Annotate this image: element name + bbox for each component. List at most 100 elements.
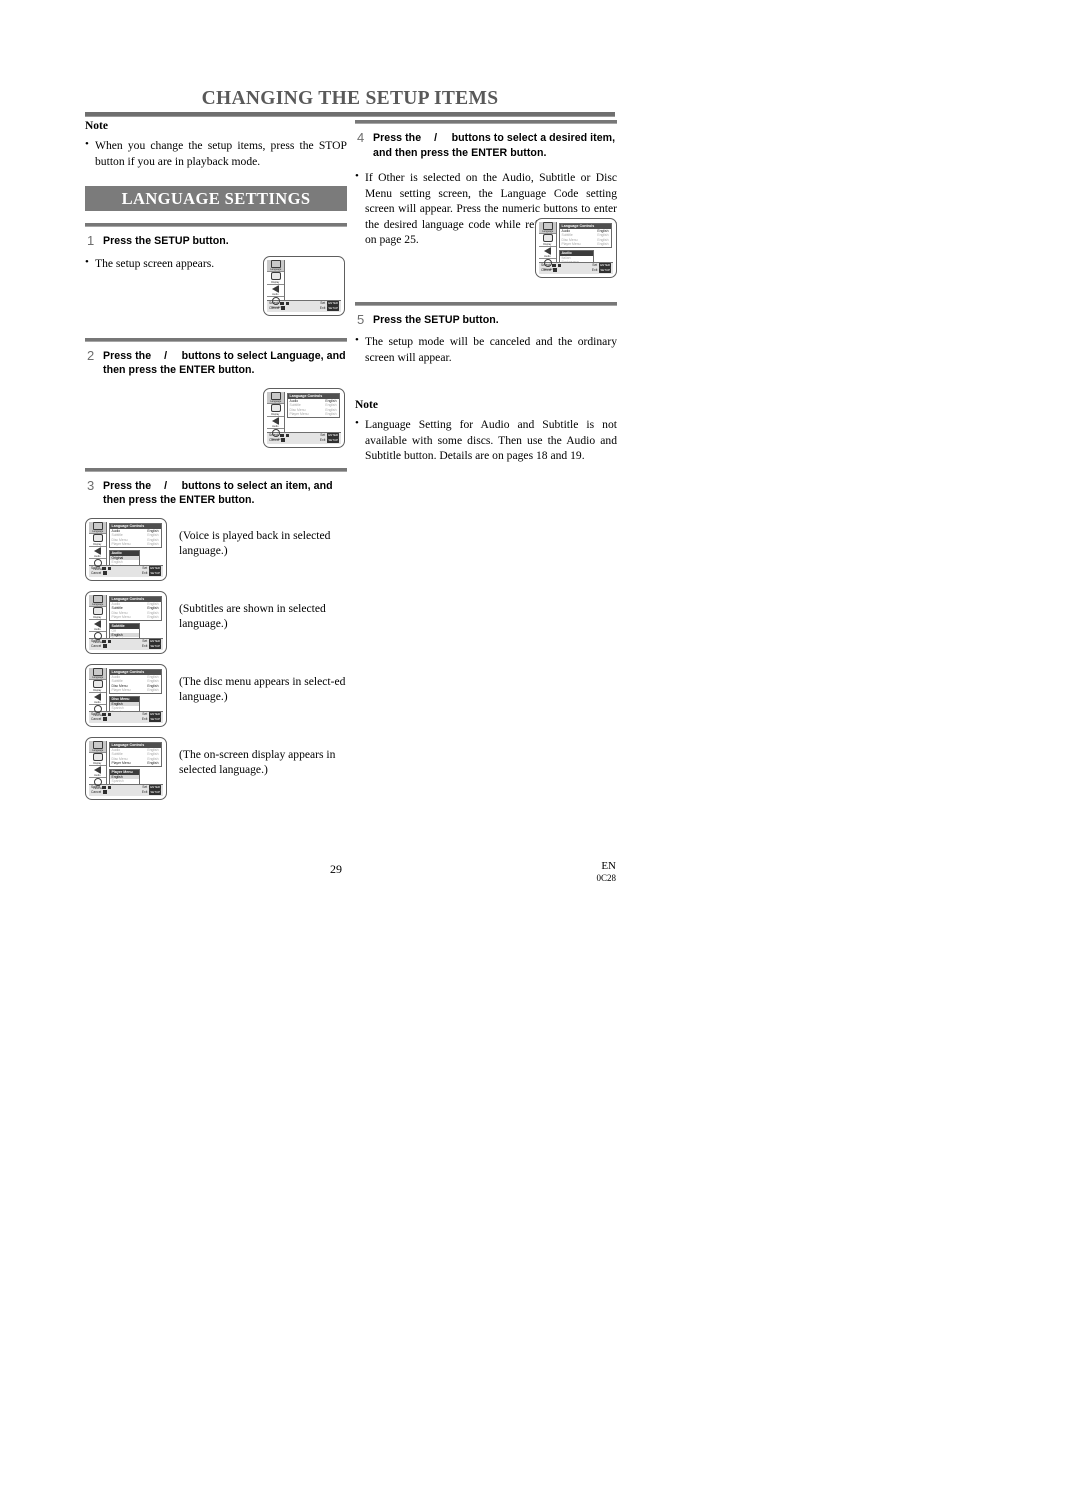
step3-divider [85, 467, 347, 472]
osd-screenshot-disc-menu-submenu: Language Display Audio Parental Language… [85, 663, 167, 727]
step5-divider [355, 301, 617, 306]
parental-icon [271, 429, 280, 437]
step3-number: 3 [87, 477, 95, 493]
step4-text-a: Press the [373, 132, 422, 144]
step5-text: Press the SETUP button. [373, 313, 499, 326]
osd-screenshot-subtitle-submenu: Language Display Audio Parental Language… [85, 590, 167, 654]
audio-icon [544, 246, 551, 255]
osd-screenshot-player-menu-submenu: Language Display Audio Parental Language… [85, 736, 167, 800]
parental-icon [93, 705, 102, 713]
osd-sidebar: Language Display Audio Parental [267, 259, 285, 308]
step2-number: 2 [87, 347, 95, 363]
osd-exit-label: Exit [319, 305, 326, 310]
parental-icon [93, 778, 102, 786]
caption-subtitle: (Subtitles are shown in selected languag… [179, 601, 326, 631]
osd-row-block-disc-menu: Language Display Audio Parental Language… [85, 663, 347, 727]
osd-row-block-subtitle: Language Display Audio Parental Language… [85, 590, 347, 654]
down-arrow-icon [107, 566, 112, 571]
language-icon [92, 740, 103, 749]
step4-arrows: / [434, 132, 439, 144]
note-heading: Note [85, 120, 108, 132]
page-number: 29 [330, 862, 342, 876]
right-column: 4 Press the / buttons to select a desire… [355, 120, 617, 468]
caption-player-menu: (The on-screen display appears in select… [179, 747, 336, 777]
parental-icon [93, 559, 102, 567]
page-language-code: EN [601, 860, 616, 872]
osd-sidebar-display: Display [267, 272, 284, 285]
note-text: When you change the setup items, press t… [85, 137, 347, 169]
osd-sidebar-parental: Parental [267, 297, 284, 309]
osd-sidebar-language: Language [267, 391, 284, 404]
step3-arrows: / [164, 479, 169, 492]
page-code: EN 0C28 [520, 860, 616, 884]
audio-icon [94, 546, 101, 555]
note-heading-right: Note [355, 399, 378, 411]
step1-number: 1 [87, 233, 95, 248]
note-text-right: Language Setting for Audio and Subtitle … [355, 416, 617, 464]
audio-icon [94, 765, 101, 774]
osd-setup-key: SETUP [327, 305, 339, 311]
display-icon [92, 680, 103, 688]
down-arrow-icon [285, 433, 290, 438]
step1-divider [85, 223, 347, 227]
step1-text: Press the SETUP button. [103, 235, 229, 247]
osd-sidebar-language: Language [267, 259, 284, 272]
display-icon [92, 753, 103, 761]
stop-icon [103, 717, 107, 721]
audio-icon [94, 619, 101, 628]
down-arrow-icon [107, 712, 112, 717]
osd-language-controls-box: Language Controls Audio English Subtitle… [286, 393, 340, 418]
step1-heading: 1 Press the SETUP button. [85, 233, 347, 249]
page-doc-code: 0C28 [596, 873, 616, 883]
language-icon [92, 594, 103, 603]
language-icon [270, 259, 281, 268]
step3-text-a: Press the [103, 479, 152, 492]
osd-sidebar-parental: Parental [267, 429, 284, 441]
parental-icon [543, 259, 552, 267]
step4-heading: 4 Press the / buttons to select a desire… [355, 130, 617, 160]
osd-screenshot-audio-other: Language Display Audio Parental Language… [535, 217, 617, 278]
caption-audio: (Voice is played back in selected langua… [179, 528, 331, 558]
osd-main-area [285, 260, 341, 300]
language-icon [542, 221, 553, 230]
osd-screenshot-audio-submenu: Language Display Audio Parental Language… [85, 517, 167, 581]
step1-result: The setup screen appears. [85, 255, 263, 272]
osd-sidebar-audio: Audio [267, 284, 284, 297]
step4-divider [355, 120, 617, 124]
down-arrow-icon [107, 639, 112, 644]
step4-number: 4 [357, 130, 365, 145]
audio-icon [272, 284, 279, 293]
osd-row-player-menu: Player Menu English [289, 412, 337, 417]
osd-row-block-player-menu: Language Display Audio Parental Language… [85, 736, 347, 800]
audio-icon [272, 416, 279, 425]
step5-result: The setup mode will be canceled and the … [355, 333, 617, 365]
step2-divider [85, 337, 347, 342]
osd-sidebar-language-label: Language [270, 268, 281, 271]
caption-disc-menu: (The disc menu appears in select-ed lang… [179, 674, 346, 704]
osd-screenshot-language-controls: Language Display Audio Parental Language… [263, 387, 345, 448]
step2-text-a: Press the [103, 349, 152, 362]
step5-number: 5 [357, 311, 365, 327]
stop-icon [103, 571, 107, 575]
stop-icon [103, 644, 107, 648]
osd-sidebar-audio-label: Audio [272, 293, 279, 296]
page-title: CHANGING THE SETUP ITEMS [201, 88, 499, 109]
step5-heading: 5 Press the SETUP button. [355, 311, 617, 328]
step2-heading: 2 Press the / buttons to select Language… [85, 347, 347, 378]
display-icon [92, 607, 103, 615]
stop-icon [103, 790, 107, 794]
display-icon [270, 272, 281, 280]
down-arrow-icon [285, 301, 290, 306]
language-icon [92, 521, 103, 530]
audio-icon [94, 692, 101, 701]
step3-heading: 3 Press the / buttons to select an item,… [85, 477, 347, 508]
step2-arrows: / [164, 349, 169, 362]
parental-icon [93, 632, 102, 640]
down-arrow-icon [557, 263, 562, 268]
osd-screenshot-setup: Language Display Audio Parental Select S… [263, 255, 345, 316]
display-icon [92, 534, 103, 542]
osd-sidebar-audio: Audio [267, 416, 284, 429]
down-arrow-icon [107, 785, 112, 790]
parental-icon [271, 297, 280, 305]
display-icon [542, 234, 553, 242]
